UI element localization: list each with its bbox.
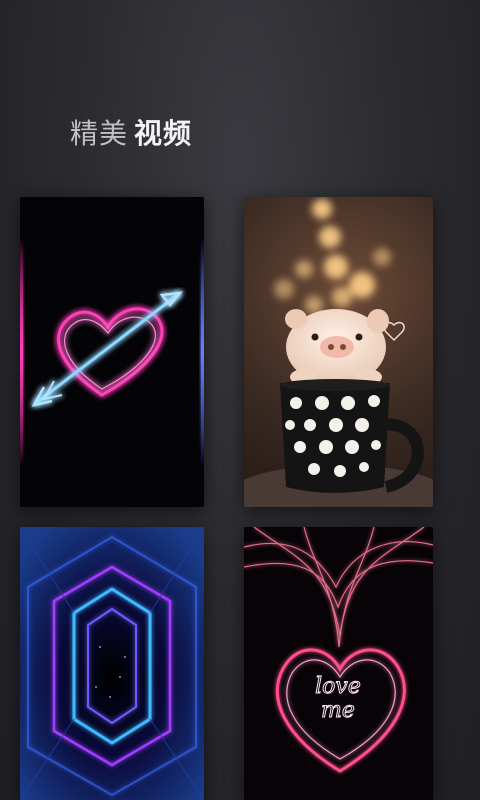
love-me-heart-icon: love me bbox=[244, 527, 433, 773]
page-title: 精美 视频 bbox=[70, 112, 192, 152]
title-light: 精美 bbox=[70, 117, 129, 150]
video-card-neon-tunnel[interactable] bbox=[20, 527, 204, 800]
video-card-love-me[interactable]: love me bbox=[244, 527, 433, 800]
me-text: me bbox=[321, 698, 355, 723]
pig-in-cup-icon bbox=[244, 199, 433, 507]
neon-heart-arrow-icon bbox=[20, 237, 204, 467]
video-card-neon-heart[interactable] bbox=[20, 197, 204, 507]
title-bold: 视频 bbox=[134, 117, 193, 150]
neon-tunnel-icon bbox=[20, 527, 204, 800]
love-text: love bbox=[315, 674, 361, 699]
video-card-pig-cup[interactable] bbox=[244, 197, 433, 507]
